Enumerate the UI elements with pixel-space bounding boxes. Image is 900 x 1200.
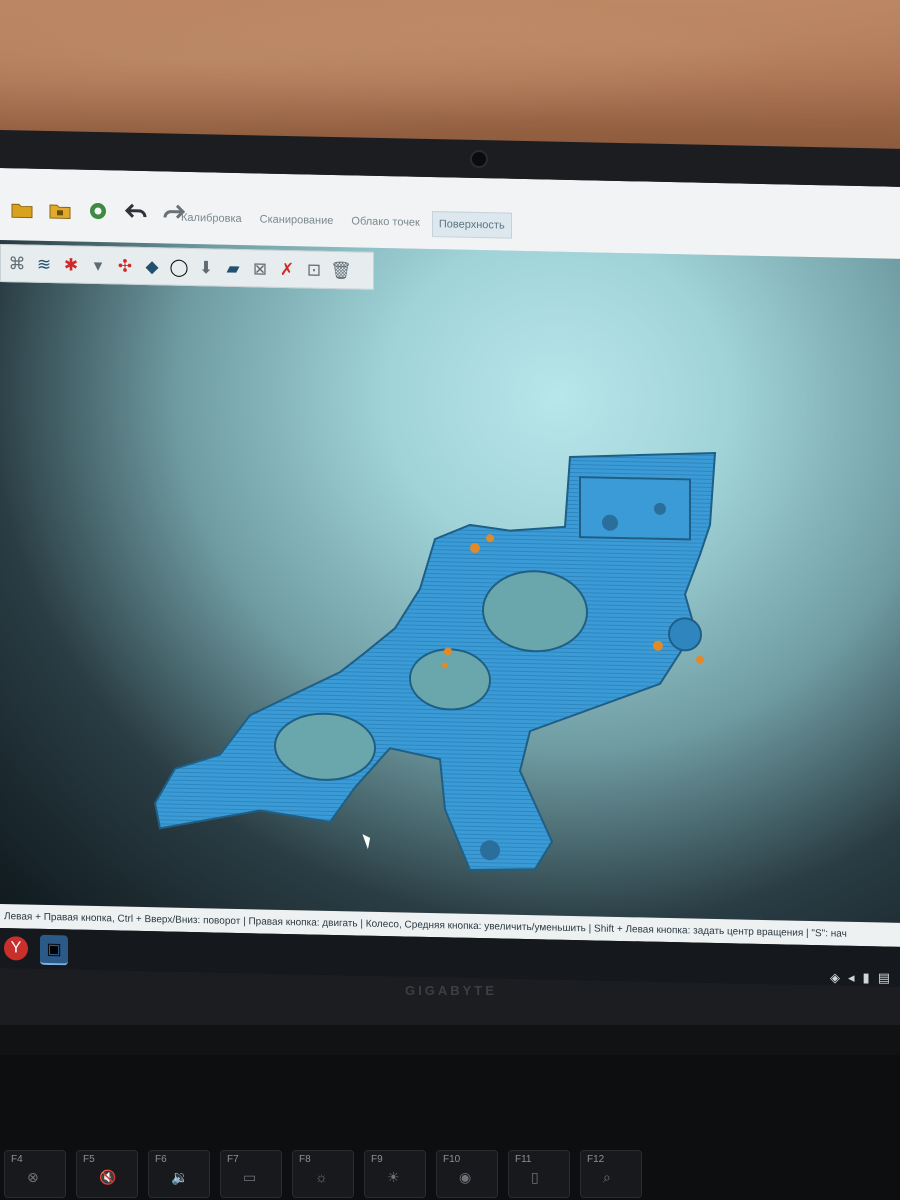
tab-point-cloud[interactable]: Облако точек: [345, 209, 425, 237]
volume-icon[interactable]: ◂: [848, 970, 855, 986]
red-mesh-icon[interactable]: ✗: [277, 258, 297, 280]
fkey-f10[interactable]: F10 ◉: [436, 1150, 498, 1198]
undo-icon[interactable]: [124, 201, 148, 224]
arrow-down-icon[interactable]: ⬇: [196, 256, 216, 278]
folder-save-icon[interactable]: [48, 199, 72, 222]
laptop-hinge: [0, 1025, 900, 1055]
fkey-f5[interactable]: F5 🔇: [76, 1150, 138, 1198]
layers-icon[interactable]: ≋: [34, 253, 54, 275]
surface-toolbar: ⌘ ≋ ✱ ▾ ✣ ◆ ◯ ⬇ ▰ ⊠ ✗ ⊡ 🗑: [0, 244, 374, 290]
function-key-row: F4 ⊗ F5 🔇 F6 🔉 F7 ▭ F8 ☼ F9 ☀ F10 ◉ F11 ▯ F12 ⌕: [0, 1150, 642, 1198]
scanner-app-icon[interactable]: ▣: [40, 934, 68, 966]
ring-icon[interactable]: ◯: [169, 256, 189, 278]
crossed-mesh-icon[interactable]: ⊠: [250, 257, 270, 279]
yandex-browser-icon[interactable]: Y: [4, 936, 28, 961]
trash-icon[interactable]: 🗑: [330, 259, 352, 281]
fkey-f4[interactable]: F4 ⊗: [4, 1150, 66, 1198]
webcam: [470, 150, 488, 168]
fkey-f12[interactable]: F12 ⌕: [580, 1150, 642, 1198]
blue-shape-icon[interactable]: ◆: [142, 255, 162, 277]
fkey-f11[interactable]: F11 ▯: [508, 1150, 570, 1198]
laptop-brand-logo: GIGABYTE: [405, 983, 497, 998]
mesh-tool-2-icon[interactable]: ⊡: [304, 258, 324, 280]
fkey-f6[interactable]: F6 🔉: [148, 1150, 210, 1198]
scanned-part-model[interactable]: [140, 423, 740, 896]
top-icon-bar: [10, 198, 186, 224]
network-icon[interactable]: ◈: [830, 970, 840, 986]
folder-open-icon[interactable]: [10, 198, 34, 221]
battery-icon[interactable]: ▮: [863, 970, 870, 986]
fkey-f9[interactable]: F9 ☀: [364, 1150, 426, 1198]
mesh-tool-icon[interactable]: ⌘: [7, 252, 27, 274]
fkey-f8[interactable]: F8 ☼: [292, 1150, 354, 1198]
background-wall: [0, 0, 900, 150]
menu-tabs: Калибровка Сканирование Облако точек Пов…: [175, 206, 512, 239]
notification-icon[interactable]: ▤: [878, 970, 890, 986]
dropdown-arrow-icon[interactable]: ▾: [88, 254, 108, 276]
3d-viewport[interactable]: [0, 240, 900, 923]
tab-scanning[interactable]: Сканирование: [254, 207, 340, 235]
settings-gear-icon[interactable]: [86, 200, 110, 223]
plane-icon[interactable]: ▰: [223, 257, 243, 279]
system-tray: ◈ ◂ ▮ ▤: [830, 970, 890, 986]
fkey-f7[interactable]: F7 ▭: [220, 1150, 282, 1198]
fill-holes-icon[interactable]: ✣: [115, 254, 135, 276]
tab-calibration[interactable]: Калибровка: [175, 206, 248, 234]
select-icon[interactable]: ✱: [61, 253, 81, 275]
tab-surface[interactable]: Поверхность: [431, 211, 512, 239]
laptop-screen: Калибровка Сканирование Облако точек Пов…: [0, 168, 900, 987]
